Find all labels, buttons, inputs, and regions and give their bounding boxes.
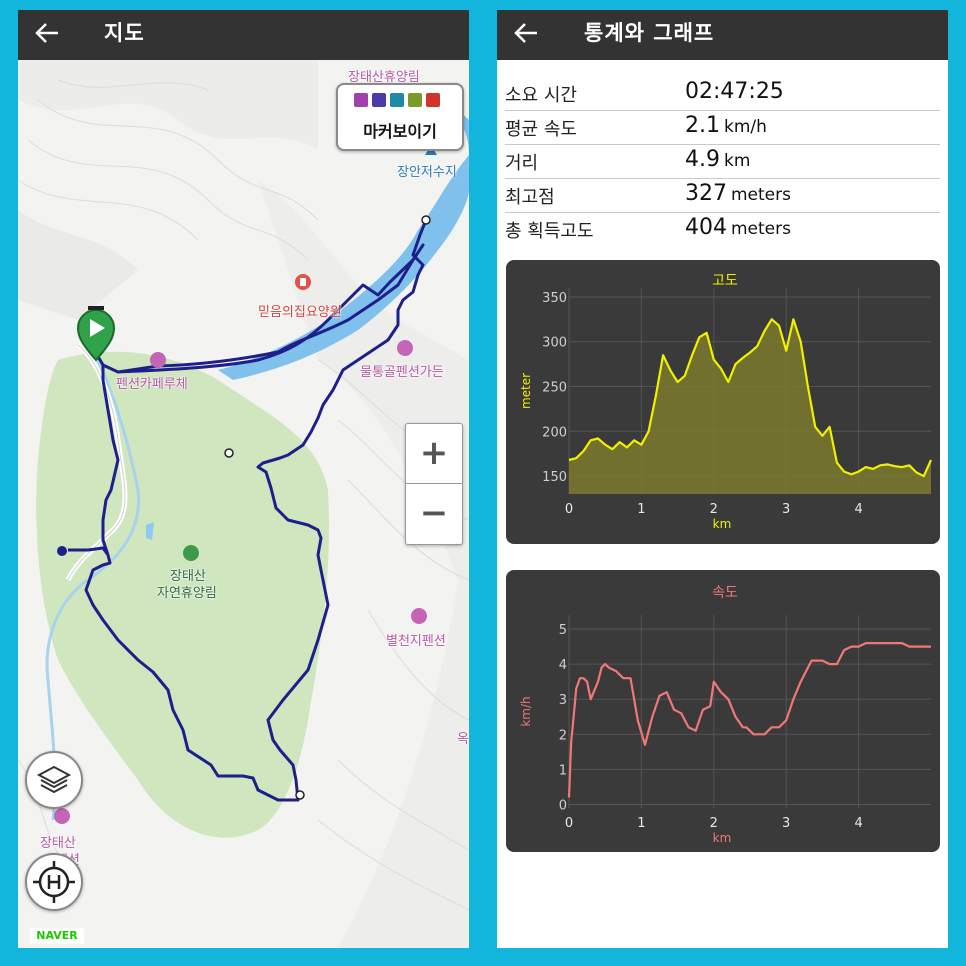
y-tick-label: 250 [542,381,567,396]
x-tick-label: 2 [710,502,718,517]
x-tick-label: 3 [782,502,790,517]
x-tick-label: 4 [854,502,862,517]
naver-logo: NAVER [30,928,84,944]
x-axis-label: km [713,831,732,845]
y-tick-label: 2 [559,728,567,743]
stat-label: 총 획득고도 [505,221,594,242]
chart-title: 속도 [712,585,738,601]
stat-value: 327 meters [685,181,791,206]
y-axis-label: km/h [519,696,533,726]
y-tick-label: 1 [559,763,567,778]
marker-toggle-label: 마커보이기 [363,122,437,141]
series-line [567,641,931,798]
x-tick-label: 1 [637,816,645,831]
camera-icon [354,93,368,107]
pension-pin-icon [150,352,166,368]
stat-label: 최고점 [505,187,555,208]
pension-pin-icon [397,340,413,356]
pin-icon [390,93,404,107]
video-icon [372,93,386,107]
x-tick-label: 0 [565,816,573,831]
map-canvas[interactable] [18,60,469,948]
stats-screen: 통계와 그래프 소요 시간 02:47:25 평균 속도 2.1 km/h 거리 … [497,10,948,948]
place-label-reservoir: 장안저수지 [397,165,457,180]
zoom-out-button[interactable]: − [406,484,462,543]
map-view[interactable]: 장태산휴양림 장안저수지 믿음의집요양원 펜션카페루체 물통골펜션가든 장태산 … [18,60,469,948]
y-tick-label: 200 [542,425,567,440]
speed-chart-card: 0 1 2 3 4 5 0 1 2 3 4 속도 km km/h [506,570,940,852]
stat-row-total-gain: 총 획득고도 404 meters [505,212,940,246]
back-arrow-icon[interactable] [32,18,62,48]
my-location-button[interactable] [25,853,83,911]
place-label-hospital: 믿음의집요양원 [258,305,342,320]
y-tick-label: 4 [559,658,567,673]
stat-label: 소요 시간 [505,85,577,106]
y-tick-label: 5 [559,623,567,638]
note-icon [408,93,422,107]
map-screen: 장태산휴양림 장안저수지 믿음의집요양원 펜션카페루체 물통골펜션가든 장태산 … [18,10,469,948]
stat-row-duration: 소요 시간 02:47:25 [505,76,940,111]
y-tick-label: 3 [559,693,567,708]
chart-title: 고도 [712,273,738,289]
stat-row-distance: 거리 4.9 km [505,144,940,179]
stat-row-max-elevation: 최고점 327 meters [505,178,940,213]
layers-icon [36,765,72,794]
y-tick-label: 300 [542,336,567,351]
crosshair-icon [33,861,75,903]
x-tick-label: 0 [565,502,573,517]
x-tick-label: 2 [710,816,718,831]
back-arrow-icon[interactable] [511,18,541,48]
stat-value: 4.9 km [685,147,751,172]
y-axis-label: meter [519,373,533,409]
stats-app-bar: 통계와 그래프 [497,10,948,60]
stat-value: 2.1 km/h [685,113,767,138]
pension-pin-icon [54,808,70,824]
x-tick-label: 3 [782,816,790,831]
page-title: 지도 [104,21,145,45]
layers-button[interactable] [25,751,83,809]
place-label-edge-cut: 옥 [457,732,469,747]
zoom-control: + − [405,423,463,545]
marker-type-icons [354,93,440,107]
place-label-cafe: 펜션카페루체 [116,377,188,392]
marker-toggle-button[interactable]: 마커보이기 [336,83,464,151]
x-axis-label: km [713,517,732,531]
zoom-in-button[interactable]: + [406,424,462,483]
flag-icon [426,93,440,107]
elevation-chart-card: 150 200 250 300 350 0 1 2 3 4 고도 km meter [506,260,940,544]
stat-value: 02:47:25 [685,79,784,104]
stat-label: 거리 [505,153,539,174]
map-app-bar: 지도 [18,10,469,60]
stat-label: 평균 속도 [505,119,577,140]
pension-pin-icon [411,608,427,624]
stat-value: 404 meters [685,215,791,240]
x-tick-label: 4 [854,816,862,831]
speed-chart: 0 1 2 3 4 5 0 1 2 3 4 속도 km km/h [519,585,931,845]
place-label-pension-garden: 물통골펜션가든 [360,365,444,380]
forest-pin-icon [183,545,199,561]
stat-row-avg-speed: 평균 속도 2.1 km/h [505,110,940,145]
elevation-chart: 150 200 250 300 350 0 1 2 3 4 고도 km meter [519,273,933,531]
place-label-byeolcheon: 별천지펜션 [386,634,446,649]
y-tick-label: 350 [542,291,567,306]
x-tick-label: 1 [637,502,645,517]
place-label-forest-2: 자연휴양림 [157,586,217,601]
y-tick-label: 150 [542,470,567,485]
y-tick-label: 0 [559,798,567,813]
page-title: 통계와 그래프 [584,21,715,45]
